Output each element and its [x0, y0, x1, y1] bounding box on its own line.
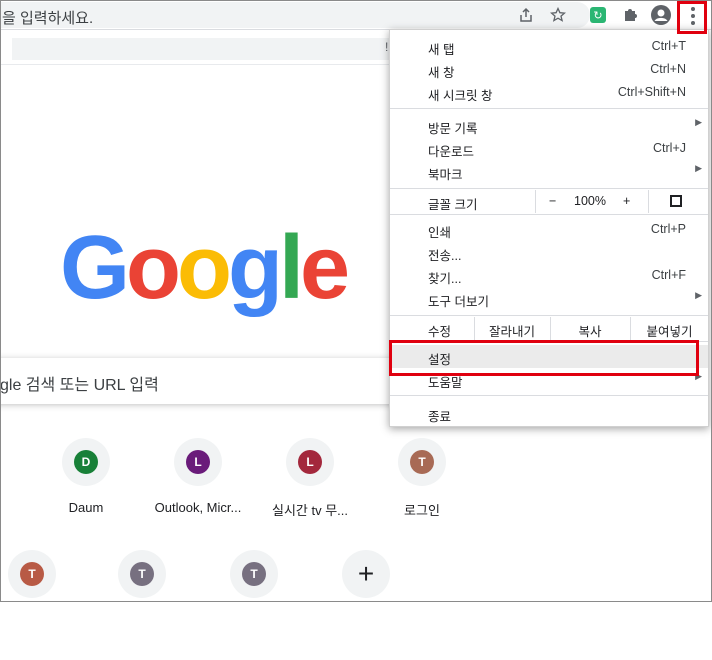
shortcut-tile[interactable]: L 실시간 tv 무...	[254, 438, 366, 548]
zoom-level: 100%	[574, 194, 606, 208]
star-icon[interactable]	[548, 5, 568, 25]
menu-separator	[390, 395, 708, 396]
logo-letter-g2: g	[227, 218, 283, 318]
menu-item-find[interactable]: 찾기... Ctrl+F	[390, 264, 708, 287]
address-bar-placeholder: 을 입력하세요.	[2, 10, 94, 27]
paste-button[interactable]: 붙여넣기	[631, 321, 708, 340]
menu-separator	[390, 108, 708, 109]
menu-item-history[interactable]: 방문 기록 ▶	[390, 114, 708, 137]
add-shortcut-bg: +	[342, 550, 390, 598]
shortcut-favicon: T	[20, 562, 44, 586]
zoom-in-button[interactable]: +	[623, 194, 630, 208]
menu-edit-row: 수정 잘라내기 복사 붙여넣기	[390, 317, 708, 340]
menu-item-new-tab[interactable]: 새 탭 Ctrl+T	[390, 35, 708, 58]
shortcut-favicon-bg: D	[62, 438, 110, 486]
extension-green-icon[interactable]: ↻	[588, 5, 608, 25]
zoom-divider	[648, 190, 649, 213]
logo-letter-o2: o	[177, 218, 232, 318]
cut-button[interactable]: 잘라내기	[475, 321, 549, 340]
menu-item-exit[interactable]: 종료	[390, 402, 708, 425]
submenu-arrow-icon: ▶	[695, 290, 702, 300]
shortcut-label: Daum	[68, 500, 104, 515]
fullscreen-icon[interactable]	[670, 195, 682, 207]
menu-item-shortcut: Ctrl+T	[651, 39, 686, 53]
menu-item-label: 인쇄	[428, 226, 452, 240]
shortcut-tile[interactable]: T	[0, 550, 88, 660]
menu-item-new-window[interactable]: 새 창 Ctrl+N	[390, 58, 708, 81]
logo-letter-o1: o	[126, 218, 181, 318]
google-logo: Google	[60, 213, 350, 323]
menu-item-shortcut: Ctrl+J	[653, 141, 686, 155]
shortcut-tile[interactable]: T	[198, 550, 310, 660]
menu-item-shortcut: Ctrl+Shift+N	[617, 85, 686, 99]
menu-item-label: 종료	[428, 410, 452, 424]
submenu-arrow-icon: ▶	[695, 117, 702, 127]
menu-item-label: 북마크	[428, 168, 463, 182]
menu-item-label: 새 시크릿 창	[428, 89, 493, 103]
zoom-divider	[535, 190, 536, 213]
shortcut-tile[interactable]: L Outlook, Micr...	[142, 438, 254, 548]
search-placeholder: gle 검색 또는 URL 입력	[0, 377, 159, 394]
shortcut-favicon-bg: T	[230, 550, 278, 598]
menu-item-label: 새 탭	[428, 43, 455, 57]
settings-highlight	[389, 340, 699, 376]
menu-item-label: 전송...	[428, 249, 462, 263]
shortcut-favicon: T	[410, 450, 434, 474]
shortcut-favicon-bg: T	[8, 550, 56, 598]
bookmarks-bar	[12, 38, 390, 60]
shortcut-favicon: T	[130, 562, 154, 586]
shortcut-favicon-bg: L	[286, 438, 334, 486]
logo-letter-e: e	[299, 218, 350, 318]
menu-separator	[390, 214, 708, 215]
add-shortcut-tile[interactable]: +	[310, 550, 422, 660]
shortcut-favicon: L	[186, 450, 210, 474]
shortcut-label: 로그인	[404, 503, 440, 518]
puzzle-icon[interactable]	[620, 5, 640, 25]
bookmarks-overflow: !	[385, 40, 389, 54]
logo-letter-l: l	[278, 218, 304, 318]
menu-item-label: 방문 기록	[428, 122, 478, 136]
shortcut-favicon-bg: T	[118, 550, 166, 598]
menu-item-downloads[interactable]: 다운로드 Ctrl+J	[390, 137, 708, 160]
edit-label: 수정	[428, 325, 452, 339]
shortcut-favicon: D	[74, 450, 98, 474]
menu-item-label: 도구 더보기	[428, 295, 489, 309]
menu-item-more-tools[interactable]: 도구 더보기 ▶	[390, 287, 708, 310]
copy-button[interactable]: 복사	[551, 321, 629, 340]
menu-item-shortcut: Ctrl+P	[650, 222, 686, 236]
menu-item-cast[interactable]: 전송...	[390, 241, 708, 264]
menu-item-incognito[interactable]: 새 시크릿 창 Ctrl+Shift+N	[390, 81, 708, 104]
shortcut-tile[interactable]: D Daum	[30, 438, 142, 548]
toolbar: 을 입력하세요. ↻	[0, 0, 712, 30]
menu-button-highlight	[677, 1, 707, 34]
menu-zoom-row: 글꼴 크기 − 100% +	[390, 190, 708, 213]
menu-item-print[interactable]: 인쇄 Ctrl+P	[390, 218, 708, 241]
shortcut-favicon: T	[242, 562, 266, 586]
menu-item-bookmarks[interactable]: 북마크 ▶	[390, 160, 708, 183]
bookmarks-divider	[0, 64, 390, 65]
menu-item-label: 찾기...	[428, 272, 462, 286]
zoom-out-button[interactable]: −	[549, 194, 556, 208]
menu-item-shortcut: Ctrl+F	[651, 268, 686, 282]
search-box[interactable]: gle 검색 또는 URL 입력	[0, 358, 400, 404]
shortcut-label: 실시간 tv 무...	[271, 503, 348, 518]
share-icon[interactable]	[516, 5, 536, 25]
shortcut-favicon-bg: T	[398, 438, 446, 486]
profile-icon[interactable]	[651, 5, 671, 25]
shortcut-label: Outlook, Micr...	[154, 500, 242, 515]
menu-item-label: 새 창	[428, 66, 455, 80]
menu-item-shortcut: Ctrl+N	[650, 62, 686, 76]
shortcut-favicon-bg: L	[174, 438, 222, 486]
menu-separator	[390, 315, 708, 316]
shortcut-tile[interactable]: T	[86, 550, 198, 660]
address-bar[interactable]: 을 입력하세요.	[0, 2, 590, 28]
logo-letter-g: G	[60, 218, 130, 318]
menu-item-label: 다운로드	[428, 145, 475, 159]
menu-separator	[390, 188, 708, 189]
zoom-label: 글꼴 크기	[428, 198, 478, 212]
shortcut-favicon: L	[298, 450, 322, 474]
shortcut-tile[interactable]: T 로그인	[366, 438, 478, 548]
submenu-arrow-icon: ▶	[695, 163, 702, 173]
plus-icon: +	[357, 558, 375, 589]
